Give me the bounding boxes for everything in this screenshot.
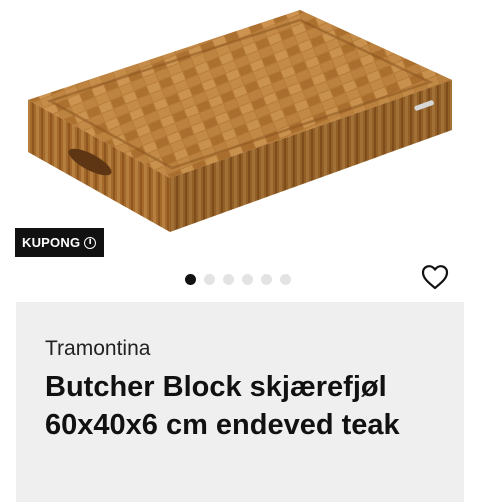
- carousel-dot-3[interactable]: [223, 274, 234, 285]
- heart-outline-icon: [421, 265, 449, 290]
- carousel-dot-6[interactable]: [280, 274, 291, 285]
- carousel-dot-4[interactable]: [242, 274, 253, 285]
- product-title: Butcher Block skjærefjøl 60x40x6 cm ende…: [45, 371, 400, 441]
- info-circle-icon[interactable]: i: [84, 236, 97, 249]
- carousel-dot-2[interactable]: [204, 274, 215, 285]
- coupon-label: KUPONG: [22, 235, 81, 250]
- product-image[interactable]: [0, 0, 480, 255]
- product-info-card: Tramontina Butcher Block skjærefjøl 60x4…: [16, 302, 464, 502]
- carousel-pagination: [185, 274, 291, 285]
- cutting-board-illustration: [28, 10, 452, 232]
- brand-name[interactable]: Tramontina: [45, 337, 150, 361]
- favorite-button[interactable]: [420, 262, 450, 292]
- carousel-dot-5[interactable]: [261, 274, 272, 285]
- carousel-dot-1[interactable]: [185, 274, 196, 285]
- coupon-badge[interactable]: KUPONG i: [15, 228, 105, 257]
